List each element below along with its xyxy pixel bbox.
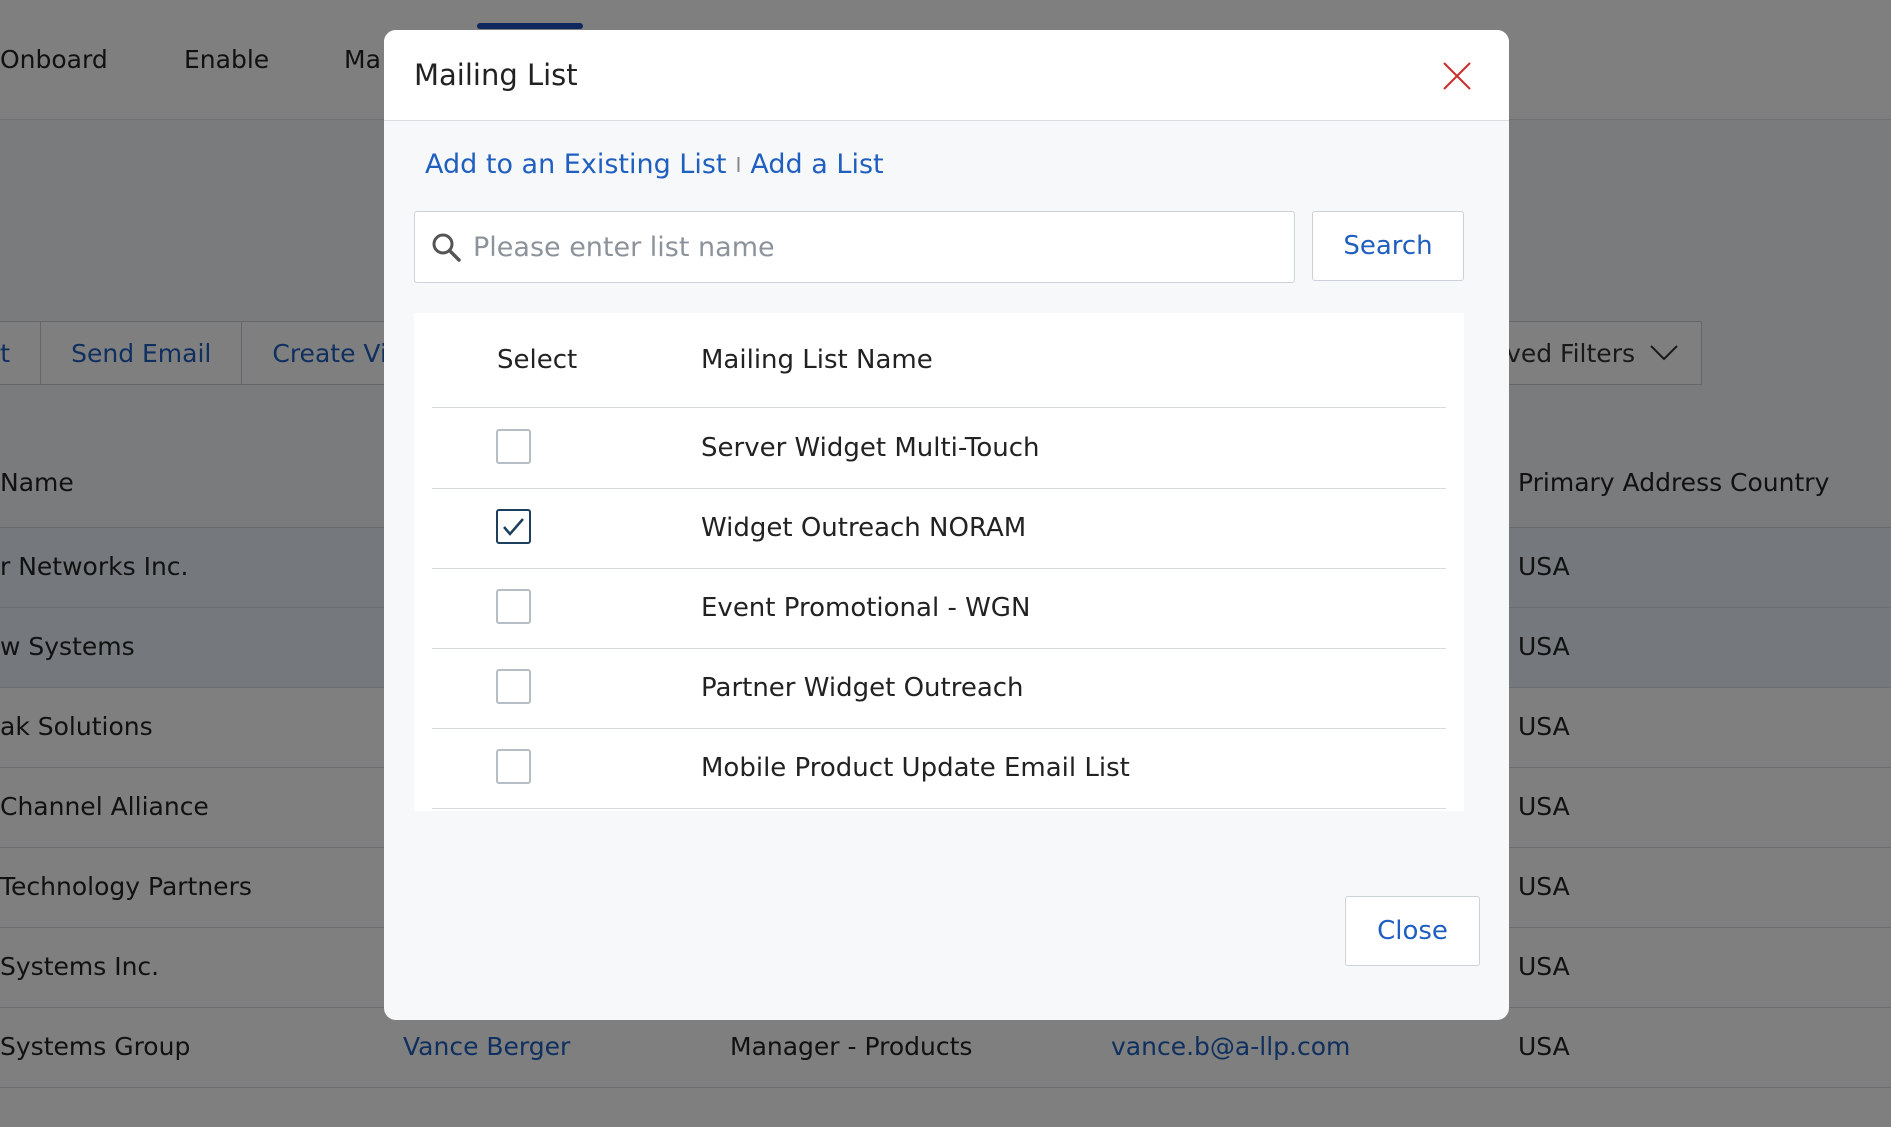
list-item-name: Partner Widget Outreach (701, 673, 1024, 703)
list-item[interactable]: Event Promotional - WGN (432, 569, 1446, 649)
list-item[interactable]: Partner Widget Outreach (432, 649, 1446, 729)
list-name-search-input[interactable] (473, 231, 1273, 263)
close-button[interactable]: Close (1345, 896, 1480, 966)
list-item[interactable]: Widget Outreach NORAM (432, 489, 1446, 569)
mailing-list-modal: Mailing List Add to an Existing List I A… (384, 30, 1509, 1020)
checkmark-icon (498, 511, 529, 542)
modal-header: Mailing List (384, 30, 1509, 121)
list-item[interactable]: Server Widget Multi-Touch (432, 409, 1446, 489)
list-checkbox[interactable] (496, 669, 531, 704)
column-header-select: Select (497, 345, 578, 375)
mailing-list-table: Select Mailing List Name Server Widget M… (414, 313, 1464, 811)
close-icon[interactable] (1441, 60, 1473, 92)
list-item-name: Mobile Product Update Email List (701, 753, 1130, 783)
add-a-list-link[interactable]: Add a List (750, 149, 883, 180)
list-checkbox[interactable] (496, 749, 531, 784)
search-icon (431, 232, 461, 262)
list-checkbox[interactable] (496, 429, 531, 464)
list-item-name: Widget Outreach NORAM (701, 513, 1027, 543)
list-checkbox[interactable] (496, 589, 531, 624)
list-item-name: Event Promotional - WGN (701, 593, 1031, 623)
list-item-name: Server Widget Multi-Touch (701, 433, 1040, 463)
column-header-mailing-list-name: Mailing List Name (701, 345, 933, 375)
mailing-list-table-header: Select Mailing List Name (432, 313, 1446, 408)
modal-title: Mailing List (414, 58, 578, 92)
add-to-existing-list-link[interactable]: Add to an Existing List (425, 149, 727, 180)
list-action-links: Add to an Existing List I Add a List (425, 149, 884, 180)
search-button[interactable]: Search (1312, 211, 1464, 281)
list-item[interactable]: Mobile Product Update Email List (432, 729, 1446, 809)
list-checkbox[interactable] (496, 509, 531, 544)
search-box (414, 211, 1295, 283)
link-separator: I (735, 152, 742, 177)
